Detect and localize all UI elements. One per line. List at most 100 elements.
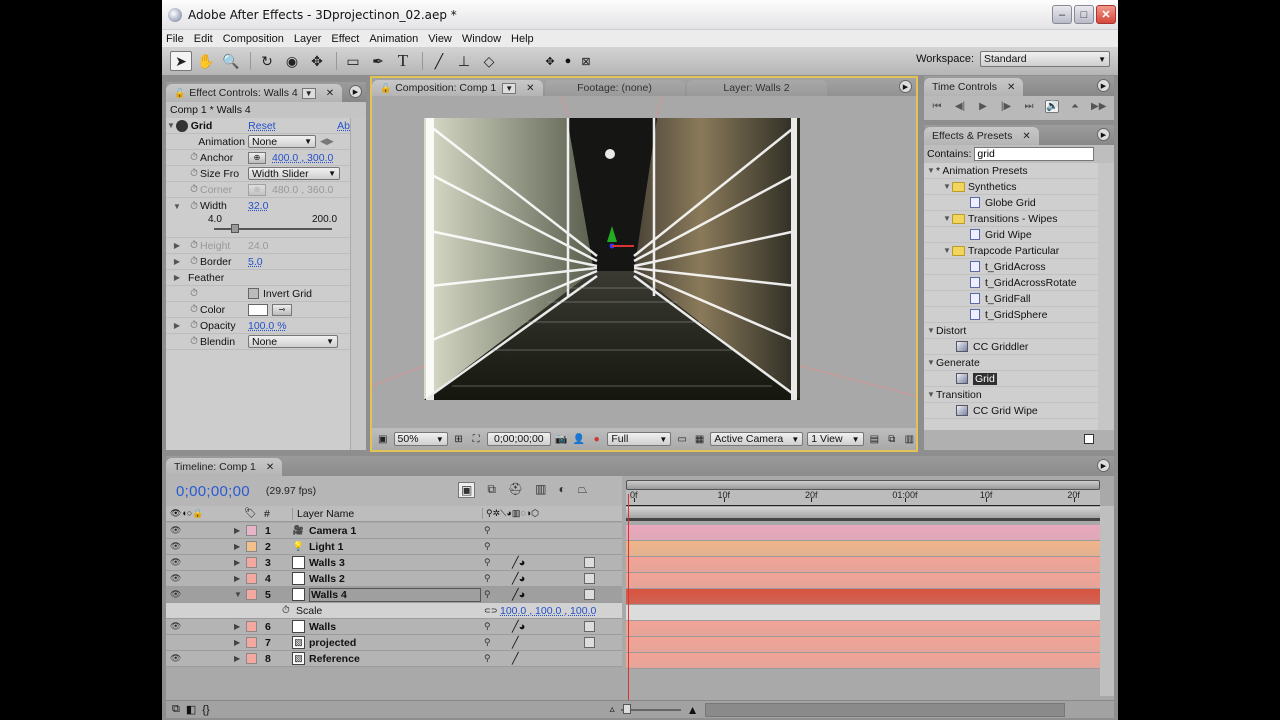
tab-effect-controls[interactable]: 🔓 Effect Controls: Walls 4 ▼ ✕: [166, 84, 343, 102]
close-icon[interactable]: ✕: [1007, 82, 1015, 93]
invert-grid-checkbox[interactable]: [248, 288, 259, 299]
layer-name[interactable]: Walls 3: [309, 557, 345, 569]
label-color-swatch[interactable]: [246, 637, 257, 648]
effects-tree-item[interactable]: CC Grid Wipe: [924, 403, 1098, 419]
twirl-down-icon[interactable]: ▼: [166, 202, 188, 211]
mask-view-icon[interactable]: ⛶: [469, 433, 483, 446]
effects-tree-item[interactable]: CC Griddler: [924, 339, 1098, 355]
effect-controls-scrollbar[interactable]: [350, 118, 366, 450]
shy-switch-icon[interactable]: ⚲: [484, 573, 491, 584]
twirl-down-icon[interactable]: ▼: [942, 214, 952, 223]
always-preview-icon[interactable]: ▣: [376, 433, 390, 446]
first-frame-button[interactable]: ⏮: [930, 101, 944, 112]
label-color-swatch[interactable]: [246, 589, 257, 600]
zoom-out-icon[interactable]: ▵: [610, 704, 615, 715]
label-color-swatch[interactable]: [246, 621, 257, 632]
twirl-down-icon[interactable]: ▼: [926, 326, 936, 335]
eraser-tool-icon[interactable]: ◇: [478, 51, 500, 71]
three-d-layer-icon[interactable]: [584, 557, 595, 568]
selection-tool-icon[interactable]: ➤: [170, 51, 192, 71]
border-value[interactable]: 5.0: [248, 256, 263, 268]
property-keyframe-track[interactable]: [626, 605, 1100, 621]
menu-animation[interactable]: Animation: [369, 33, 418, 45]
tab-footage[interactable]: Footage: (none): [544, 80, 685, 96]
close-icon[interactable]: ✕: [526, 83, 534, 94]
tab-composition[interactable]: 🔓 Composition: Comp 1 ▼ ✕: [372, 80, 543, 96]
region-of-interest-icon[interactable]: ▭: [675, 433, 689, 446]
panel-menu-icon[interactable]: ▶: [1097, 459, 1110, 472]
expand-brackets-icon[interactable]: {}: [202, 704, 209, 716]
twirl-down-icon[interactable]: ▼: [926, 358, 936, 367]
twirl-right-icon[interactable]: ▶: [234, 526, 240, 535]
stopwatch-icon[interactable]: ⏱: [188, 152, 200, 163]
effects-tree-item[interactable]: t_GridAcross: [924, 259, 1098, 275]
close-icon[interactable]: ✕: [1022, 131, 1030, 142]
anchor-value[interactable]: 400.0 , 300.0: [272, 152, 333, 164]
width-slider-thumb[interactable]: [231, 224, 240, 233]
layer-duration-bar[interactable]: [626, 589, 1100, 605]
effects-tree-item[interactable]: t_GridAcrossRotate: [924, 275, 1098, 291]
current-time-field[interactable]: 0;00;00;00: [486, 432, 551, 446]
size-from-dropdown[interactable]: Width Slider ▼: [248, 167, 340, 180]
brush-tool-icon[interactable]: ╱: [428, 51, 450, 71]
twirl-right-icon[interactable]: ▶: [234, 574, 240, 583]
color-swatch[interactable]: [248, 303, 268, 316]
snapshot-icon[interactable]: 📷: [555, 433, 569, 446]
menu-composition[interactable]: Composition: [223, 33, 284, 45]
close-icon[interactable]: ✕: [266, 462, 274, 473]
next-frame-button[interactable]: |▶: [999, 101, 1013, 112]
layer-duration-bar[interactable]: [626, 525, 1100, 541]
layer-name[interactable]: Reference: [309, 653, 360, 665]
panel-menu-icon[interactable]: ▶: [1097, 128, 1110, 141]
toggle-switches-icon[interactable]: ⧉: [172, 703, 180, 716]
stopwatch-icon[interactable]: ⏱: [188, 256, 200, 267]
shy-switch-icon[interactable]: ⚲: [484, 653, 491, 664]
tab-layer[interactable]: Layer: Walls 2: [686, 80, 827, 96]
layer-duration-bar[interactable]: [626, 541, 1100, 557]
quality-switch-icon[interactable]: ╱◕: [512, 556, 525, 569]
layer-name-column-header[interactable]: Layer Name: [292, 507, 354, 520]
zoom-tool-icon[interactable]: 🔍: [220, 51, 242, 71]
effects-tree-item[interactable]: ▼ Synthetics: [924, 179, 1098, 195]
layer-row[interactable]: 👁 ▶ 4 Walls 2 ⚲ ╱◕: [166, 571, 622, 587]
menu-file[interactable]: File: [166, 33, 184, 45]
shy-switch-icon[interactable]: ⚲: [484, 525, 491, 536]
audio-toggle-button[interactable]: 🔊: [1045, 100, 1059, 113]
twirl-right-icon[interactable]: ▶: [234, 542, 240, 551]
motion-blur-icon[interactable]: ◐: [559, 482, 566, 498]
twirl-right-icon[interactable]: ▶: [234, 654, 240, 663]
menu-effect[interactable]: Effect: [331, 33, 359, 45]
channel-icon[interactable]: ●: [590, 433, 604, 446]
layer-row[interactable]: 👁 ▶ 3 Walls 3 ⚲ ╱◕: [166, 555, 622, 571]
play-button[interactable]: ▶: [976, 101, 990, 112]
twirl-right-icon[interactable]: ▶: [166, 241, 188, 250]
layer-row[interactable]: ▶ 7 ▧ projected ⚲ ╱: [166, 635, 622, 651]
layer-duration-bar[interactable]: [626, 637, 1100, 653]
local-axis-mode-icon[interactable]: ✥: [543, 54, 557, 68]
quality-switch-icon[interactable]: ╱: [512, 636, 519, 649]
layer-duration-bar[interactable]: [626, 557, 1100, 573]
timeline-zoom-slider[interactable]: [620, 703, 681, 714]
transparency-grid-icon[interactable]: ▦: [693, 433, 707, 446]
layer-name[interactable]: Walls 4: [309, 587, 481, 602]
eye-icon[interactable]: 👁: [170, 589, 181, 600]
close-icon[interactable]: ✕: [326, 88, 334, 99]
label-color-swatch[interactable]: [246, 557, 257, 568]
camera-view-dropdown[interactable]: Active Camera ▼: [710, 432, 804, 446]
twirl-down-icon[interactable]: ▼: [926, 166, 936, 175]
track-xy-camera-tool-icon[interactable]: ✥: [306, 51, 328, 71]
constrain-proportions-icon[interactable]: ⊂⊃: [484, 606, 497, 615]
current-time-indicator[interactable]: [628, 494, 629, 700]
pen-tool-icon[interactable]: ✒: [367, 51, 389, 71]
text-tool-icon[interactable]: T: [392, 51, 414, 71]
effects-tree-item[interactable]: Grid: [924, 371, 1098, 387]
three-d-layer-icon[interactable]: [584, 637, 595, 648]
effects-tree-item[interactable]: ▼ * Animation Presets: [924, 163, 1098, 179]
rotate-tool-icon[interactable]: ↻: [256, 51, 278, 71]
label-color-swatch[interactable]: [246, 541, 257, 552]
twirl-right-icon[interactable]: ▶: [234, 622, 240, 631]
twirl-right-icon[interactable]: ▶: [166, 321, 188, 330]
three-d-layer-icon[interactable]: [584, 621, 595, 632]
chevron-down-icon[interactable]: ▼: [301, 87, 316, 99]
layer-name[interactable]: Camera 1: [309, 525, 356, 537]
